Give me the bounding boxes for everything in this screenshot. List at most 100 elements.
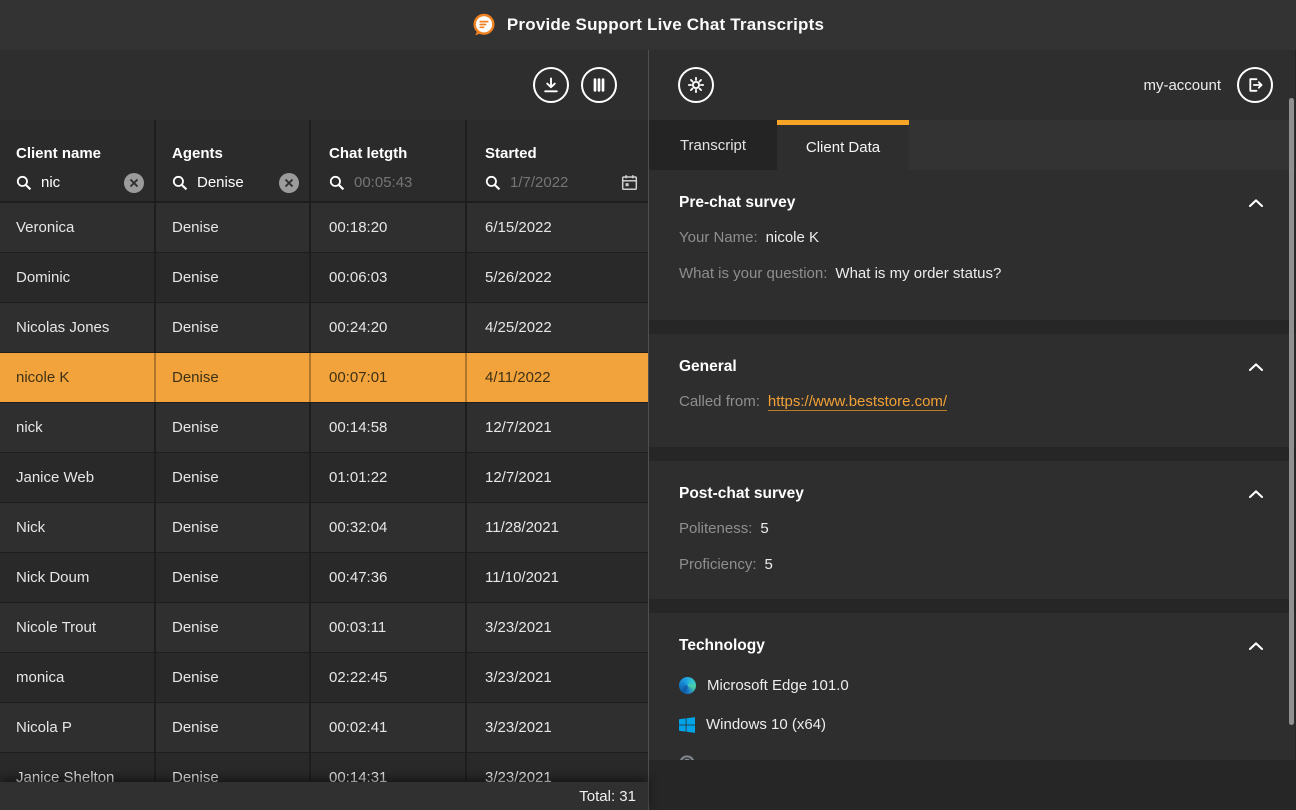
browser-row: Microsoft Edge 101.0 [679, 677, 1265, 694]
cell-started: 6/15/2022 [467, 203, 648, 252]
cell-agent: Denise [156, 403, 311, 452]
cell-length: 02:22:45 [311, 653, 467, 702]
called-from-link[interactable]: https://www.beststore.com/ [768, 393, 947, 411]
table-row[interactable]: monicaDenise02:22:453/23/2021 [0, 653, 648, 703]
section-technology: Technology Microsoft Edge 101.0 [649, 613, 1295, 760]
cell-client: Nicolas Jones [0, 303, 156, 352]
table-row[interactable]: DominicDenise00:06:035/26/2022 [0, 253, 648, 303]
cell-agent: Denise [156, 203, 311, 252]
section-title: Pre-chat survey [679, 194, 795, 212]
field-called-from: Called from:https://www.beststore.com/ [679, 392, 1265, 412]
agents-filter-value[interactable]: Denise [197, 174, 270, 191]
close-icon [129, 178, 139, 188]
ip-value: 85.115.255.72 [706, 757, 801, 761]
cell-agent: Denise [156, 603, 311, 652]
cell-started: 12/7/2021 [467, 453, 648, 502]
cell-length: 00:06:03 [311, 253, 467, 302]
calendar-button[interactable] [621, 174, 638, 191]
total-bar: Total: 31 [0, 782, 648, 810]
table-row[interactable]: VeronicaDenise00:18:206/15/2022 [0, 203, 648, 253]
cell-client: Janice Web [0, 453, 156, 502]
cell-client: Nick [0, 503, 156, 552]
chevron-up-icon [1249, 363, 1263, 371]
column-header-started[interactable]: Started [467, 120, 648, 164]
filter-row: nic Denise [0, 164, 648, 201]
os-row: Windows 10 (x64) [679, 716, 1265, 733]
client-name-filter-value[interactable]: nic [41, 174, 115, 191]
chevron-up-icon [1249, 490, 1263, 498]
client-data-content: Pre-chat survey Your Name: nicole K What … [649, 170, 1295, 760]
details-tabs: Transcript Client Data [649, 120, 1295, 170]
column-header-chat-length[interactable]: Chat letgth [311, 120, 467, 164]
windows-icon [679, 717, 695, 733]
app-window: Provide Support Live Chat Transcripts [0, 0, 1296, 810]
column-header-client-name[interactable]: Client name [0, 120, 156, 164]
tab-client-data[interactable]: Client Data [777, 120, 909, 170]
collapse-button[interactable] [1247, 361, 1265, 373]
field-value: 5 [765, 556, 773, 573]
cell-client: monica [0, 653, 156, 702]
field-proficiency: Proficiency: 5 [679, 555, 1265, 575]
search-icon [329, 175, 345, 191]
collapse-button[interactable] [1247, 197, 1265, 209]
cell-client: Dominic [0, 253, 156, 302]
table-row[interactable]: nicole KDenise00:07:014/11/2022 [0, 353, 648, 403]
section-title: Post-chat survey [679, 485, 804, 503]
field-question: What is your question:What is my order s… [679, 264, 1265, 284]
cell-started: 3/23/2021 [467, 703, 648, 752]
table-row[interactable]: nickDenise00:14:5812/7/2021 [0, 403, 648, 453]
field-value: nicole K [766, 229, 819, 246]
cell-length: 00:24:20 [311, 303, 467, 352]
cell-client: nick [0, 403, 156, 452]
cell-started: 4/25/2022 [467, 303, 648, 352]
cell-length: 00:32:04 [311, 503, 467, 552]
field-label: Your Name: [679, 229, 758, 246]
close-icon [284, 178, 294, 188]
columns-icon [590, 76, 608, 94]
scrollbar-thumb[interactable] [1289, 98, 1294, 725]
column-header-agents[interactable]: Agents [156, 120, 311, 164]
cell-client: Nick Doum [0, 553, 156, 602]
cell-agent: Denise [156, 253, 311, 302]
field-label: Politeness: [679, 520, 752, 537]
section-post-chat-survey: Post-chat survey Politeness:5 Proficienc… [649, 461, 1295, 599]
table-row[interactable]: Nicole TroutDenise00:03:113/23/2021 [0, 603, 648, 653]
started-filter[interactable]: 1/7/2022 [467, 164, 648, 201]
table-row[interactable]: Nicola PDenise00:02:413/23/2021 [0, 703, 648, 753]
field-politeness: Politeness:5 [679, 519, 1265, 539]
collapse-button[interactable] [1247, 640, 1265, 652]
logout-button[interactable] [1237, 67, 1273, 103]
section-title: General [679, 358, 737, 376]
tab-transcript[interactable]: Transcript [649, 120, 777, 170]
client-name-filter[interactable]: nic [0, 164, 156, 201]
cell-agent: Denise [156, 453, 311, 502]
chat-length-filter[interactable]: 00:05:43 [311, 164, 467, 201]
table-row[interactable]: Nick DoumDenise00:47:3611/10/2021 [0, 553, 648, 603]
table-row[interactable]: NickDenise00:32:0411/28/2021 [0, 503, 648, 553]
download-button[interactable] [533, 67, 569, 103]
os-value: Windows 10 (x64) [706, 716, 826, 733]
cell-agent: Denise [156, 553, 311, 602]
cell-client: nicole K [0, 353, 156, 402]
gear-icon [686, 75, 706, 95]
collapse-button[interactable] [1247, 488, 1265, 500]
cell-length: 00:14:58 [311, 403, 467, 452]
transcripts-pane: Client name Agents Chat letgth Started n… [0, 50, 649, 810]
table-body: VeronicaDenise00:18:206/15/2022DominicDe… [0, 203, 648, 803]
agents-filter[interactable]: Denise [156, 164, 311, 201]
table-row[interactable]: Nicolas JonesDenise00:24:204/25/2022 [0, 303, 648, 353]
cell-length: 00:18:20 [311, 203, 467, 252]
chat-length-filter-placeholder[interactable]: 00:05:43 [354, 174, 455, 191]
started-filter-placeholder[interactable]: 1/7/2022 [510, 174, 612, 191]
calendar-icon [621, 174, 638, 191]
cell-length: 00:47:36 [311, 553, 467, 602]
clear-filter-button[interactable] [279, 173, 299, 193]
cell-agent: Denise [156, 703, 311, 752]
cell-length: 00:03:11 [311, 603, 467, 652]
clear-filter-button[interactable] [124, 173, 144, 193]
table-row[interactable]: Janice WebDenise01:01:2212/7/2021 [0, 453, 648, 503]
field-label: What is your question: [679, 265, 827, 282]
field-label: Proficiency: [679, 556, 757, 573]
columns-button[interactable] [581, 67, 617, 103]
settings-button[interactable] [678, 67, 714, 103]
